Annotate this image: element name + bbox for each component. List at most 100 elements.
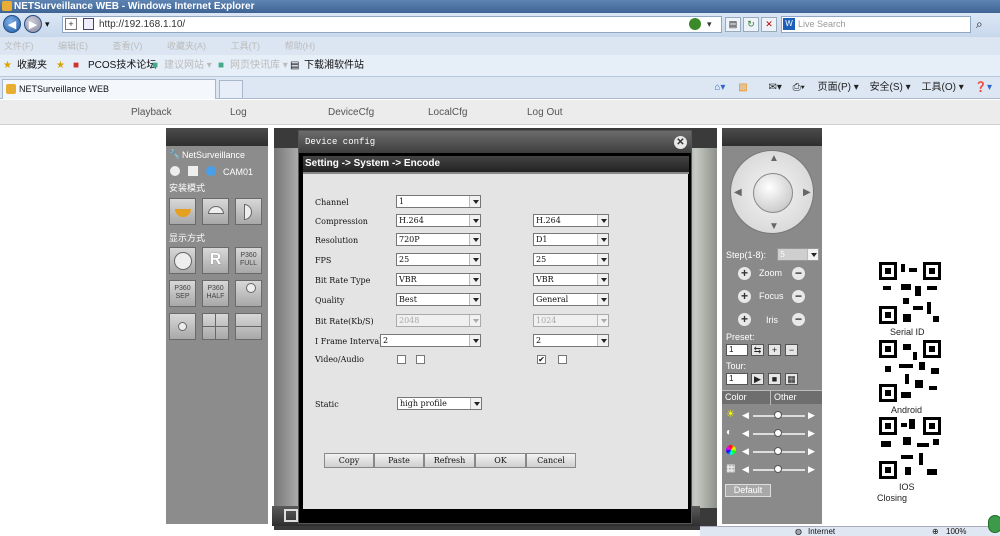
zoom-icon[interactable]: ⊕ [932,527,939,536]
nav-devicecfg[interactable]: DeviceCfg [328,107,374,118]
refresh-go-icon[interactable] [689,18,701,30]
extra-audio-checkbox[interactable] [558,355,567,364]
bitrate-field[interactable]: 2048 [396,314,481,327]
menu-help[interactable]: 帮助(H) [285,41,316,51]
mount-ceiling-button[interactable] [169,198,196,225]
back-icon[interactable]: ◀ [3,15,21,33]
new-tab-button[interactable] [219,80,243,99]
nav-logout[interactable]: Log Out [527,107,563,118]
address-dropdown-icon[interactable]: ▾ [707,17,712,32]
quality-select[interactable]: Best [396,293,481,306]
help-menu[interactable]: ❓▾ [975,82,992,93]
close-icon[interactable]: ✕ [674,136,687,149]
fps-select[interactable]: 25 [396,253,481,266]
preset-goto-button[interactable]: ⇆ [751,344,764,356]
menu-favorites[interactable]: 收藏夹(A) [167,41,206,51]
increase-arrow-icon[interactable]: ▶ [808,446,815,457]
print-icon[interactable]: ⎙▾ [793,82,805,93]
menu-tools[interactable]: 工具(T) [231,41,261,51]
nav-log[interactable]: Log [230,107,247,118]
extra-iframe-select[interactable]: 2 [533,334,609,347]
camera-label[interactable]: CAM01 [223,167,253,177]
nav-playback[interactable]: Playback [131,107,172,118]
zoom-level[interactable]: 100% [946,527,966,536]
display-split-button[interactable] [235,280,262,307]
extra-resolution-select[interactable]: D1 [533,233,609,246]
forward-icon[interactable]: ▶ [24,15,42,33]
page-menu[interactable]: 页面(P) ▾ [818,82,859,93]
home-icon[interactable]: ⌂▾ [714,82,725,93]
tab-netsurveillance[interactable]: NETSurveillance WEB [2,79,216,99]
tools-menu[interactable]: 工具(O) ▾ [921,82,963,93]
preset-input[interactable]: 1 [726,344,748,356]
menu-view[interactable]: 查看(V) [113,41,143,51]
ptz-left-icon[interactable]: ◀ [734,187,742,198]
safety-menu[interactable]: 安全(S) ▾ [870,82,911,93]
tour-grid-button[interactable]: ▦ [785,373,798,385]
fav-link-webslice[interactable]: 网页快讯库 ▾ [230,55,288,77]
fav-link-download[interactable]: 下载湘软件站 [304,55,364,77]
decrease-arrow-icon[interactable]: ◀ [742,464,749,475]
iframe-select[interactable]: 2 [380,334,481,347]
display-p360-full-button[interactable]: P360 FULL [235,247,262,274]
fav-link-pcos[interactable]: PCOS技术论坛 [88,55,156,77]
refresh-icon[interactable]: ↻ [743,17,759,32]
fav-link-suggested[interactable]: 建议网站 ▾ [164,55,212,77]
default-button[interactable]: Default [725,484,771,497]
focus-out-button[interactable]: − [792,290,805,303]
history-dropdown-icon[interactable]: ▾ [45,19,50,30]
favorites-button[interactable]: 收藏夹 [17,55,47,77]
refresh-button[interactable]: Refresh [424,453,475,468]
ptz-direction-pad[interactable]: ▲ ▼ ◀ ▶ [730,150,814,234]
resolution-select[interactable]: 720P [396,233,481,246]
static-select[interactable]: high profile [397,397,482,410]
tour-stop-button[interactable]: ■ [768,373,781,385]
extra-bitrate-field[interactable]: 1024 [533,314,609,327]
ptz-center-button[interactable] [753,173,793,213]
display-circle-button[interactable] [169,247,196,274]
display-quad-circle-button[interactable] [169,313,196,340]
channel-select[interactable]: 1 [396,195,481,208]
tab-other[interactable]: Other [774,392,797,402]
extra-bitrate-type-select[interactable]: VBR [533,273,609,286]
bitrate-type-select[interactable]: VBR [396,273,481,286]
zoom-in-button[interactable]: + [738,267,751,280]
compression-select[interactable]: H.264 [396,214,481,227]
add-favorite-icon[interactable]: ★ [56,55,65,77]
ok-button[interactable]: OK [475,453,526,468]
cancel-button[interactable]: Cancel [526,453,576,468]
slider-knob[interactable] [774,429,782,437]
copy-button[interactable]: Copy [324,453,374,468]
main-audio-checkbox[interactable] [416,355,425,364]
sidebar-badge-icon[interactable] [988,515,1000,533]
tour-play-button[interactable]: ▶ [751,373,764,385]
slider-knob[interactable] [774,411,782,419]
display-p360-half-button[interactable]: P360 HALF [202,280,229,307]
display-hsplit-button[interactable] [235,313,262,340]
camera-play-icon[interactable] [206,166,216,176]
extra-quality-select[interactable]: General [533,293,609,306]
menu-file[interactable]: 文件(F) [4,41,34,51]
zoom-out-button[interactable]: − [792,267,805,280]
compat-view-icon[interactable]: ▤ [725,17,741,32]
mount-desk-button[interactable] [202,198,229,225]
iris-out-button[interactable]: − [792,313,805,326]
preset-remove-button[interactable]: − [785,344,798,356]
menu-edit[interactable]: 编辑(E) [58,41,88,51]
focus-in-button[interactable]: + [738,290,751,303]
display-r-button[interactable]: R [202,247,229,274]
extra-fps-select[interactable]: 25 [533,253,609,266]
slider-knob[interactable] [774,465,782,473]
iris-in-button[interactable]: + [738,313,751,326]
display-p360-sep-button[interactable]: P360 SEP [169,280,196,307]
paste-button[interactable]: Paste [374,453,424,468]
slider-knob[interactable] [774,447,782,455]
nav-localcfg[interactable]: LocalCfg [428,107,467,118]
ptz-right-icon[interactable]: ▶ [803,187,811,198]
decrease-arrow-icon[interactable]: ◀ [742,410,749,421]
stop-record-icon[interactable] [170,166,180,176]
ptz-down-icon[interactable]: ▼ [769,221,779,232]
display-quad-button[interactable] [202,313,229,340]
stop-icon[interactable]: ✕ [761,17,777,32]
mount-wall-button[interactable] [235,198,262,225]
